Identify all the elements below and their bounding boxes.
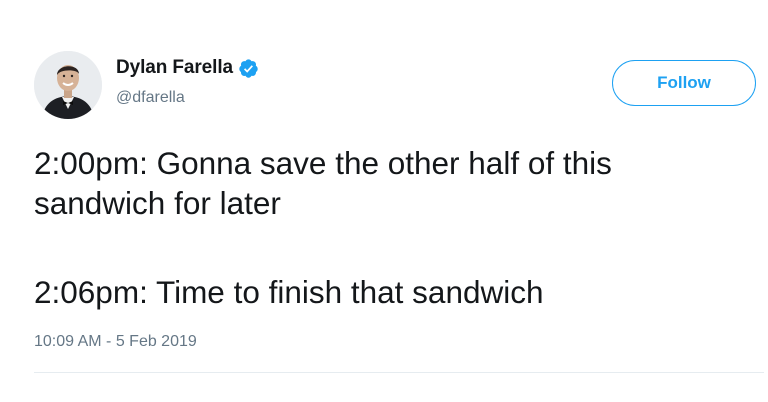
verified-badge-icon — [238, 58, 259, 79]
tweet-timestamp[interactable]: 10:09 AM - 5 Feb 2019 — [34, 333, 197, 351]
follow-button[interactable]: Follow — [612, 60, 756, 106]
tweet-text-line: 2:06pm: Time to finish that sandwich — [34, 274, 544, 310]
author-display-name[interactable]: Dylan Farella — [116, 57, 233, 79]
divider — [34, 372, 764, 373]
avatar[interactable] — [34, 51, 102, 119]
tweet-text-line: sandwich for later — [34, 185, 281, 221]
tweet-card: Dylan Farella @dfarella Follow 2:00pm: G… — [0, 0, 768, 402]
tweet-text-line: 2:00pm: Gonna save the other half of thi… — [34, 145, 612, 181]
author-handle[interactable]: @dfarella — [116, 89, 185, 107]
author-name-row: Dylan Farella — [116, 57, 259, 79]
